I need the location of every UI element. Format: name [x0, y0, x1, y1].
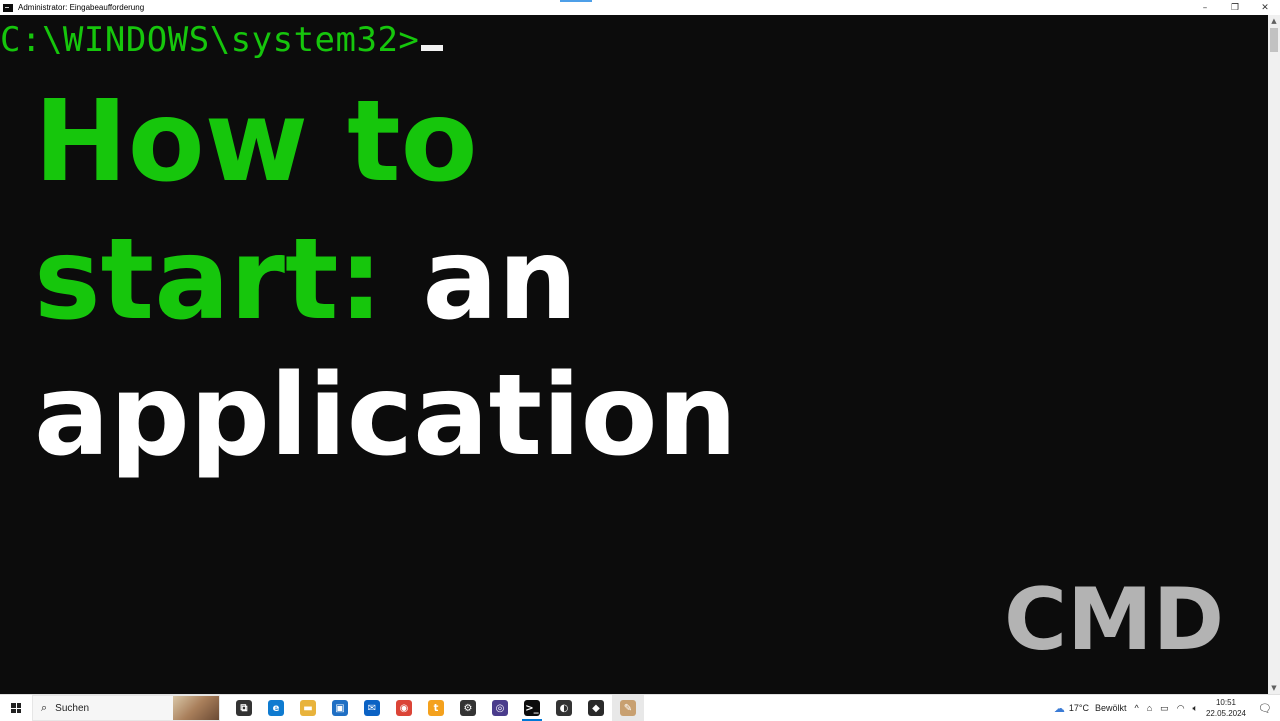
taskbar-app-obs[interactable]: ◎ [484, 695, 516, 721]
network-icon[interactable]: ⌂ [1143, 695, 1156, 721]
taskbar-app-cmd[interactable]: >_ [516, 695, 548, 721]
headline-line-2: start: an [34, 220, 578, 340]
maximize-button[interactable]: ❐ [1220, 0, 1250, 15]
cmd-watermark: CMD [1004, 570, 1225, 670]
clock-date: 22.05.2024 [1205, 709, 1246, 718]
headline-start: start: [34, 215, 384, 345]
headline-how-to: How to [34, 77, 478, 207]
taskbar-app-file-explorer[interactable]: ▬ [292, 695, 324, 721]
minimize-button[interactable]: – [1190, 0, 1220, 15]
wifi-icon[interactable]: ◠ [1173, 695, 1189, 721]
app-dark-icon: ◐ [556, 700, 572, 716]
cmd-app-icon [3, 3, 13, 12]
taskbar-clock[interactable]: 10:51 22.05.2024 [1202, 695, 1250, 721]
start-button[interactable] [0, 695, 32, 721]
window-controls: – ❐ ✕ [1190, 0, 1280, 15]
mail-icon: ✉ [364, 700, 380, 716]
taskbar-search[interactable]: ⌕ Suchen [32, 695, 220, 721]
window-titlebar: Administrator: Eingabeaufforderung – ❐ ✕ [0, 0, 1280, 15]
scroll-down-arrow[interactable]: ▼ [1268, 682, 1280, 694]
scrollbar-thumb[interactable] [1270, 28, 1278, 52]
search-icon: ⌕ [41, 701, 48, 714]
close-button[interactable]: ✕ [1250, 0, 1280, 15]
headline-an: an [383, 215, 578, 345]
taskbar-app-paint[interactable]: ✎ [612, 695, 644, 721]
taskbar-app-davinci[interactable]: ◆ [580, 695, 612, 721]
store-icon: ▣ [332, 700, 348, 716]
scroll-up-arrow[interactable]: ▲ [1268, 15, 1280, 27]
task-view-icon: ⧉ [236, 700, 252, 716]
headline-application: application [34, 351, 738, 481]
monitor-icon[interactable]: ▭ [1156, 695, 1173, 721]
vertical-scrollbar[interactable]: ▲ ▼ [1268, 15, 1280, 694]
clock-time: 10:51 [1215, 698, 1236, 707]
windows-logo-icon [11, 703, 21, 713]
obs-icon: ◎ [492, 700, 508, 716]
taskbar-app-app-dark[interactable]: ◐ [548, 695, 580, 721]
search-placeholder: Suchen [55, 702, 90, 714]
settings-icon: ⚙ [460, 700, 476, 716]
window-title: Administrator: Eingabeaufforderung [18, 3, 145, 12]
weather-icon: ☁ [1053, 702, 1065, 715]
notification-icon[interactable]: 🗨︎ [1250, 695, 1280, 721]
weather-temp: 17°C [1068, 703, 1089, 713]
edge-icon: e [268, 700, 284, 716]
taskbar-app-chrome[interactable]: ◉ [388, 695, 420, 721]
headline-line-3: application [34, 356, 737, 476]
chrome-icon: ◉ [396, 700, 412, 716]
taskbar-app-mail[interactable]: ✉ [356, 695, 388, 721]
file-explorer-icon: ▬ [300, 700, 316, 716]
titlebar-accent [560, 0, 592, 2]
cmd-icon: >_ [524, 700, 540, 716]
taskbar-app-settings[interactable]: ⚙ [452, 695, 484, 721]
taskbar: ⌕ Suchen ⧉ e ▬ ▣ ✉ ◉ t ⚙ ◎ >_ ◐ ◆ ✎ ☁ 17°C Bewölkt ^… [0, 694, 1280, 721]
taskbar-app-app-t[interactable]: t [420, 695, 452, 721]
weather-widget[interactable]: ☁ 17°C Bewölkt [1050, 695, 1131, 721]
taskbar-apps: ⧉ e ▬ ▣ ✉ ◉ t ⚙ ◎ >_ ◐ ◆ ✎ [228, 695, 644, 721]
search-highlight-image [173, 696, 219, 720]
text-cursor [421, 45, 444, 51]
app-t-icon: t [428, 700, 444, 716]
taskbar-app-task-view[interactable]: ⧉ [228, 695, 260, 721]
headline-line-1: How to [34, 82, 478, 202]
tray-chevron-icon[interactable]: ^ [1131, 695, 1143, 721]
volume-icon[interactable]: 🔈︎ [1189, 695, 1202, 721]
taskbar-app-store[interactable]: ▣ [324, 695, 356, 721]
taskbar-app-edge[interactable]: e [260, 695, 292, 721]
davinci-icon: ◆ [588, 700, 604, 716]
weather-text: Bewölkt [1094, 703, 1127, 713]
prompt-text: C:\WINDOWS\system32> [0, 20, 420, 60]
system-tray: ☁ 17°C Bewölkt ^ ⌂ ▭ ◠ 🔈︎ 10:51 22.05.20… [1050, 695, 1280, 721]
paint-icon: ✎ [620, 700, 636, 716]
command-prompt: C:\WINDOWS\system32> [0, 20, 444, 60]
